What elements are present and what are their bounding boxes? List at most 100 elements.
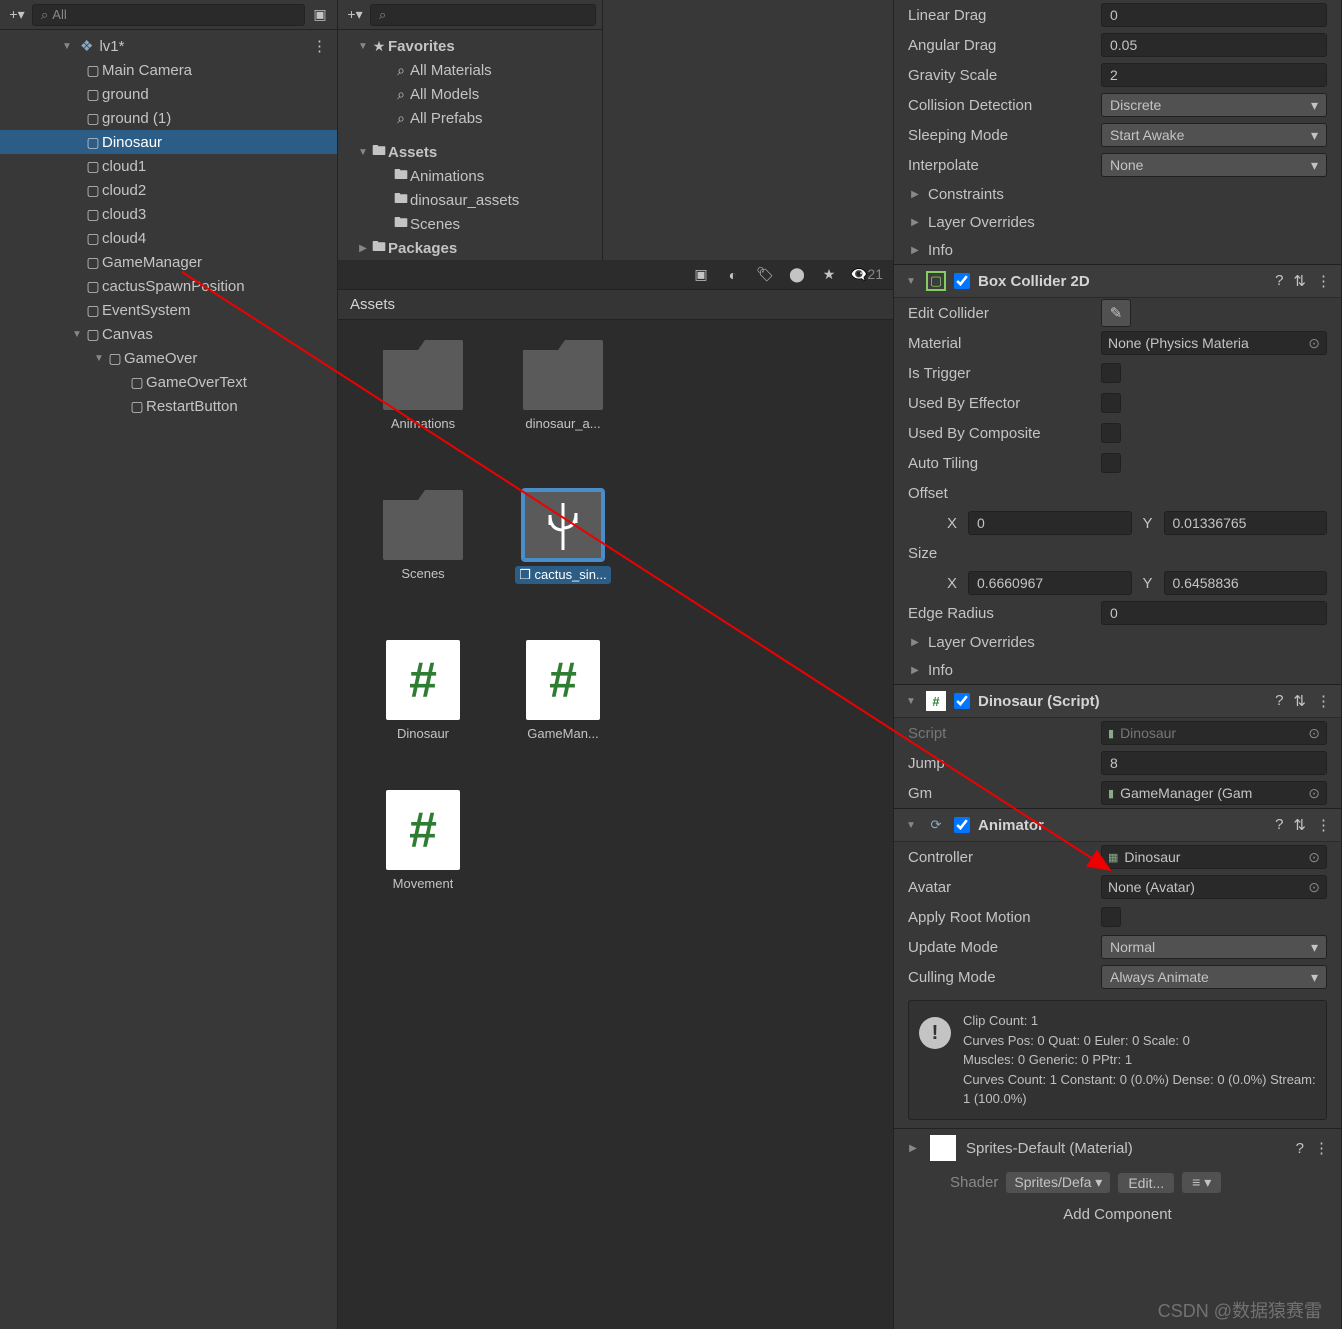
favorites-item[interactable]: ⌕All Prefabs <box>338 106 602 130</box>
preset-icon[interactable]: ⇅ <box>1293 816 1306 834</box>
offset-x-input[interactable]: 0 <box>968 511 1132 535</box>
menu-icon[interactable]: ⋮ <box>1316 816 1331 834</box>
hierarchy-item[interactable]: ▢cloud4 <box>0 226 337 250</box>
avatar-field[interactable]: None (Avatar)⊙ <box>1101 875 1327 899</box>
gm-field[interactable]: ▮GameManager (Gam⊙ <box>1101 781 1327 805</box>
hierarchy-item[interactable]: ▢Dinosaur <box>0 130 337 154</box>
preset-icon[interactable]: ⇅ <box>1293 692 1306 710</box>
hierarchy-item[interactable]: ▢cloud3 <box>0 202 337 226</box>
scene-menu-icon[interactable]: ⋮ <box>312 37 327 55</box>
auto-tiling-checkbox[interactable] <box>1101 453 1121 473</box>
asset-item[interactable]: Scenes <box>358 490 488 630</box>
hierarchy-item[interactable]: ▢ground <box>0 82 337 106</box>
shader-dropdown[interactable]: Sprites/Defa ▾ <box>1006 1172 1110 1193</box>
dinosaur-script-header[interactable]: ▼ # Dinosaur (Script) ?⇅⋮ <box>894 684 1341 718</box>
controller-field[interactable]: ▦Dinosaur⊙ <box>1101 845 1327 869</box>
used-effector-checkbox[interactable] <box>1101 393 1121 413</box>
update-mode-dropdown[interactable]: Normal▾ <box>1101 935 1327 959</box>
target-icon[interactable]: ⊙ <box>1308 785 1320 802</box>
hierarchy-item[interactable]: ▢cloud1 <box>0 154 337 178</box>
favorites-folder[interactable]: ▼★Favorites <box>338 34 602 58</box>
angular-drag-input[interactable]: 0.05 <box>1101 33 1327 57</box>
hierarchy-item[interactable]: ▢GameOverText <box>0 370 337 394</box>
help-icon[interactable]: ? <box>1275 692 1283 710</box>
constraints-foldout[interactable]: ▶Constraints <box>894 180 1341 208</box>
script-toggle[interactable] <box>954 693 970 709</box>
hierarchy-item[interactable]: ▢RestartButton <box>0 394 337 418</box>
layer-overrides-foldout[interactable]: ▶Layer Overrides <box>894 628 1341 656</box>
preset-icon[interactable]: ⇅ <box>1293 272 1306 290</box>
add-component-button[interactable]: Add Component <box>894 1198 1341 1231</box>
target-icon[interactable]: ⊙ <box>1308 879 1320 896</box>
help-icon[interactable]: ? <box>1296 1140 1304 1157</box>
help-icon[interactable]: ? <box>1275 272 1283 290</box>
favorites-item[interactable]: ⌕All Materials <box>338 58 602 82</box>
assets-breadcrumb[interactable]: Assets <box>338 290 893 320</box>
root-motion-checkbox[interactable] <box>1101 907 1121 927</box>
size-y-input[interactable]: 0.6458836 <box>1164 571 1328 595</box>
menu-icon[interactable]: ⋮ <box>1316 692 1331 710</box>
asset-item[interactable]: dinosaur_a... <box>498 340 628 480</box>
hierarchy-item[interactable]: ▢ground (1) <box>0 106 337 130</box>
edit-collider-button[interactable]: ✎ <box>1101 299 1131 327</box>
project-icon-3[interactable]: 🏷 <box>754 265 776 285</box>
hierarchy-item[interactable]: ▢cloud2 <box>0 178 337 202</box>
linear-drag-input[interactable]: 0 <box>1101 3 1327 27</box>
create-dropdown[interactable]: +▾ <box>6 5 28 25</box>
asset-item[interactable]: Animations <box>358 340 488 480</box>
packages-folder[interactable]: ▶🖿Packages <box>338 236 602 260</box>
hidden-count[interactable]: 👁‍🗨21 <box>850 266 883 283</box>
info-foldout[interactable]: ▶Info <box>894 656 1341 684</box>
gravity-scale-input[interactable]: 2 <box>1101 63 1327 87</box>
edge-radius-input[interactable]: 0 <box>1101 601 1327 625</box>
menu-icon[interactable]: ⋮ <box>1314 1139 1329 1157</box>
hierarchy-item[interactable]: ▼▢Canvas <box>0 322 337 346</box>
hierarchy-item[interactable]: ▢Main Camera <box>0 58 337 82</box>
animator-toggle[interactable] <box>954 817 970 833</box>
hierarchy-item[interactable]: ▢GameManager <box>0 250 337 274</box>
animator-header[interactable]: ▼ ⟳ Animator ?⇅⋮ <box>894 808 1341 842</box>
info-foldout[interactable]: ▶Info <box>894 236 1341 264</box>
is-trigger-checkbox[interactable] <box>1101 363 1121 383</box>
project-icon-1[interactable]: ▣ <box>690 265 712 285</box>
target-icon[interactable]: ⊙ <box>1308 849 1320 866</box>
hierarchy-tree[interactable]: ▼ ❖ lv1* ⋮ ▢Main Camera▢ground▢ground (1… <box>0 30 337 418</box>
asset-item[interactable]: ❒ cactus_sin... <box>498 490 628 630</box>
box-collider-toggle[interactable] <box>954 273 970 289</box>
project-icon-5[interactable]: ★ <box>818 265 840 285</box>
project-folder-item[interactable]: 🖿dinosaur_assets <box>338 188 602 212</box>
asset-item[interactable]: #GameMan... <box>498 640 628 780</box>
project-icon-2[interactable]: ◐ <box>722 265 744 285</box>
hierarchy-item[interactable]: ▼▢GameOver <box>0 346 337 370</box>
asset-item[interactable]: #Movement <box>358 790 488 930</box>
create-dropdown[interactable]: +▾ <box>344 5 366 25</box>
layer-overrides-foldout[interactable]: ▶Layer Overrides <box>894 208 1341 236</box>
hierarchy-filter-button[interactable]: ▣ <box>309 5 331 25</box>
material-header[interactable]: ▶ Sprites-Default (Material) ? ⋮ <box>894 1128 1341 1168</box>
asset-item[interactable]: #Dinosaur <box>358 640 488 780</box>
target-icon[interactable]: ⊙ <box>1308 335 1320 352</box>
help-icon[interactable]: ? <box>1275 816 1283 834</box>
sleeping-dropdown[interactable]: Start Awake▾ <box>1101 123 1327 147</box>
shader-edit-button[interactable]: Edit... <box>1118 1173 1174 1193</box>
material-field[interactable]: None (Physics Materia⊙ <box>1101 331 1327 355</box>
assets-folder[interactable]: ▼🖿Assets <box>338 140 602 164</box>
scene-row[interactable]: ▼ ❖ lv1* ⋮ <box>0 34 337 58</box>
used-composite-checkbox[interactable] <box>1101 423 1121 443</box>
project-icon-4[interactable]: ⬤ <box>786 265 808 285</box>
interpolate-dropdown[interactable]: None▾ <box>1101 153 1327 177</box>
box-collider-header[interactable]: ▼ ▢ Box Collider 2D ? ⇅ ⋮ <box>894 264 1341 298</box>
favorites-item[interactable]: ⌕All Models <box>338 82 602 106</box>
offset-y-input[interactable]: 0.01336765 <box>1164 511 1328 535</box>
jump-input[interactable]: 8 <box>1101 751 1327 775</box>
project-folder-item[interactable]: 🖿Animations <box>338 164 602 188</box>
project-search-input[interactable]: ⌕ <box>370 4 596 26</box>
menu-icon[interactable]: ⋮ <box>1316 272 1331 290</box>
project-folder-item[interactable]: 🖿Scenes <box>338 212 602 236</box>
hierarchy-item[interactable]: ▢EventSystem <box>0 298 337 322</box>
assets-grid[interactable]: Animationsdinosaur_a...Scenes❒ cactus_si… <box>338 320 893 950</box>
collision-dropdown[interactable]: Discrete▾ <box>1101 93 1327 117</box>
hierarchy-search-input[interactable]: ⌕All <box>32 4 305 26</box>
culling-dropdown[interactable]: Always Animate▾ <box>1101 965 1327 989</box>
hierarchy-item[interactable]: ▢cactusSpawnPosition <box>0 274 337 298</box>
